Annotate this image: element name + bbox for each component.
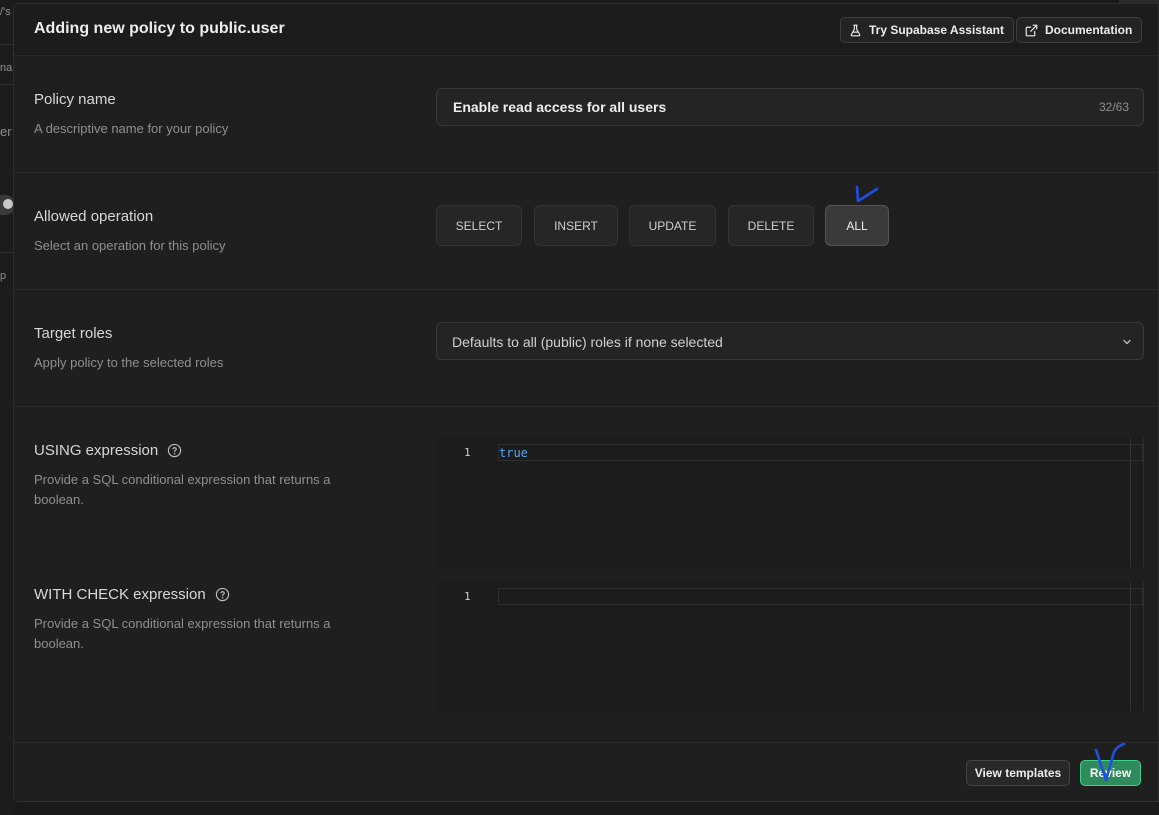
using-expression-label: USING expression [34, 442, 182, 459]
editor-scrollbar[interactable] [1130, 438, 1131, 567]
operation-all-button[interactable]: ALL [825, 205, 889, 246]
info-icon [3, 199, 13, 209]
with-check-expression-label: WITH CHECK expression [34, 586, 230, 603]
background-divider [0, 252, 14, 253]
background-divider [0, 44, 14, 45]
try-assistant-label: Try Supabase Assistant [869, 23, 1004, 37]
target-roles-select[interactable]: Defaults to all (public) roles if none s… [436, 322, 1144, 360]
active-line-highlight [498, 444, 1143, 461]
using-expression-editor[interactable]: 1 true [436, 438, 1144, 567]
editor-scrollbar[interactable] [1130, 582, 1131, 711]
target-roles-label: Target roles [34, 325, 113, 342]
operation-insert-button[interactable]: INSERT [534, 205, 618, 246]
background-divider [0, 84, 14, 85]
background-text: er [0, 124, 12, 139]
operation-update-button[interactable]: UPDATE [629, 205, 716, 246]
help-icon[interactable] [167, 443, 182, 458]
panel-header: Adding new policy to public.user Try Sup… [14, 4, 1158, 56]
background-text: p [0, 270, 7, 282]
background-info-badge [0, 195, 14, 215]
with-check-expression-description: Provide a SQL conditional expression tha… [34, 616, 331, 651]
page-title: Adding new policy to public.user [34, 20, 285, 37]
policy-editor-panel: Adding new policy to public.user Try Sup… [13, 3, 1159, 802]
flask-icon [850, 24, 861, 36]
try-assistant-button[interactable]: Try Supabase Assistant [840, 17, 1014, 43]
line-number: 1 [464, 590, 471, 603]
help-icon[interactable] [215, 587, 230, 602]
operation-delete-button[interactable]: DELETE [728, 205, 814, 246]
with-check-expression-title: WITH CHECK expression [34, 586, 206, 603]
line-number: 1 [464, 446, 471, 459]
character-count: 32/63 [1098, 100, 1129, 114]
operation-select-button[interactable]: SELECT [436, 205, 522, 246]
policy-name-value: Enable read access for all users [453, 99, 667, 115]
documentation-label: Documentation [1045, 23, 1133, 37]
background-text: /'s [0, 6, 11, 18]
policy-name-description: A descriptive name for your policy [34, 121, 229, 136]
target-roles-description: Apply policy to the selected roles [34, 355, 224, 370]
panel-footer: View templates Review [14, 742, 1158, 801]
background-app: /'s na er p [0, 0, 14, 815]
background-text: na [0, 62, 13, 74]
chevron-down-icon [1123, 339, 1131, 345]
documentation-button[interactable]: Documentation [1016, 17, 1143, 43]
review-button[interactable]: Review [1080, 760, 1141, 786]
external-link-icon [1025, 24, 1038, 36]
with-check-expression-editor[interactable]: 1 [436, 582, 1144, 711]
allowed-operation-description: Select an operation for this policy [34, 238, 226, 253]
policy-name-input[interactable]: Enable read access for all users 32/63 [436, 88, 1144, 126]
allowed-operation-label: Allowed operation [34, 208, 154, 225]
using-expression-title: USING expression [34, 442, 159, 459]
active-line-highlight [498, 588, 1143, 605]
using-expression-code: true [499, 446, 528, 460]
policy-name-label: Policy name [34, 91, 116, 108]
view-templates-button[interactable]: View templates [966, 760, 1070, 786]
target-roles-placeholder: Defaults to all (public) roles if none s… [452, 334, 723, 350]
using-expression-description: Provide a SQL conditional expression tha… [34, 472, 331, 507]
